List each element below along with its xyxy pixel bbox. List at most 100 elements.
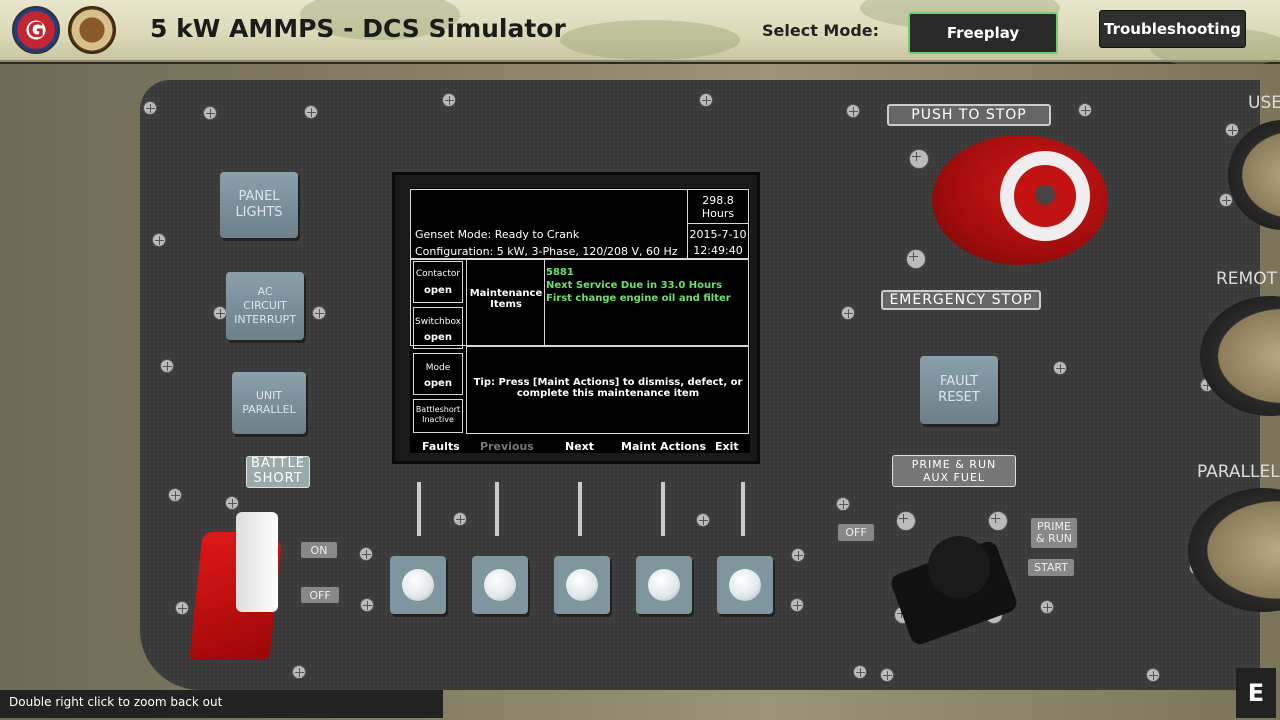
panel-lights-button[interactable]: PANEL LIGHTS [220, 172, 298, 238]
button-slot [578, 482, 582, 536]
display-softkey-button-3[interactable] [554, 556, 610, 614]
organization-logo: G [12, 6, 60, 54]
tip-text: Tip: Press [Maint Actions] to dismiss, d… [473, 377, 743, 399]
screw-icon [791, 548, 805, 562]
screw-icon [699, 93, 713, 107]
army-emblem-logo [68, 6, 116, 54]
engine-control-selector-knob[interactable] [888, 536, 1020, 647]
prime-run-aux-fuel-label: PRIME & RUN AUX FUEL [892, 455, 1016, 487]
screw-icon [304, 105, 318, 119]
right-parallel-label: PARALLEL [1197, 462, 1280, 482]
contactor-label: Contactor [415, 269, 461, 279]
battle-short-off-label: OFF [301, 587, 339, 603]
screw-icon [143, 101, 157, 115]
screw-icon [790, 598, 804, 612]
maint-line-1: Next Service Due in 33.0 Hours [546, 280, 723, 291]
button-cap [484, 569, 516, 601]
screw-icon [880, 668, 894, 682]
display-softkey-button-2[interactable] [472, 556, 528, 614]
softkey-next[interactable]: Next [565, 440, 594, 453]
ac-circuit-interrupt-button[interactable]: AC CIRCUIT INTERRUPT [226, 272, 304, 340]
emergency-stop-button[interactable] [932, 125, 1108, 269]
button-slot [417, 482, 421, 536]
logo-letter: G [27, 18, 45, 42]
display-softkey-button-1[interactable] [390, 556, 446, 614]
button-cap [566, 569, 598, 601]
screw-icon [696, 513, 710, 527]
display-screen: 298.8 Hours 2015-7-10 12:49:40 Genset Mo… [410, 188, 750, 453]
mode-value: open [424, 378, 452, 389]
display-softkey-button-4[interactable] [636, 556, 692, 614]
screw-icon [213, 306, 227, 320]
maintenance-items-label: Maintenance Items [469, 288, 543, 310]
engine-hours-unit: Hours [701, 207, 735, 220]
display-time: 12:49:40 [693, 244, 743, 257]
right-remote-label: REMOT [1216, 269, 1277, 289]
screw-icon [152, 233, 166, 247]
softkey-exit[interactable]: Exit [715, 440, 739, 453]
estop-center [1035, 185, 1055, 205]
header-bar: G 5 kW AMMPS - DCS Simulator Select Mode… [0, 0, 1280, 68]
toggle-lever [236, 512, 278, 612]
softkey-faults[interactable]: Faults [422, 440, 460, 453]
screw-icon [1225, 123, 1239, 137]
battle-short-label: BATTLE SHORT [246, 456, 310, 488]
screw-icon [225, 496, 239, 510]
screw-icon [203, 106, 217, 120]
troubleshooting-button[interactable]: Troubleshooting [1099, 10, 1246, 48]
configuration: Configuration: 5 kW, 3-Phase, 120/208 V,… [415, 245, 678, 258]
screw-icon [175, 601, 189, 615]
mode-label: Mode [425, 363, 451, 373]
screw-icon [1078, 103, 1092, 117]
button-slot [741, 482, 745, 536]
screw-icon [853, 665, 867, 679]
display-softkey-button-5[interactable] [717, 556, 773, 614]
fault-reset-button[interactable]: FAULT RESET [920, 356, 998, 424]
maint-code: 5881 [546, 267, 574, 278]
push-to-stop-label: PUSH TO STOP [887, 104, 1051, 126]
maint-line-2: First change engine oil and filter [546, 293, 731, 304]
emergency-stop-label: EMERGENCY STOP [881, 290, 1041, 310]
screw-icon [160, 359, 174, 373]
digital-control-display: 298.8 Hours 2015-7-10 12:49:40 Genset Mo… [392, 172, 760, 464]
switchbox-label: Switchbox [414, 317, 462, 327]
screw-icon [1053, 361, 1067, 375]
corner-badge[interactable]: E [1236, 668, 1276, 718]
engine-hours-value: 298.8 [702, 194, 734, 207]
contactor-value: open [424, 285, 452, 296]
button-cap [402, 569, 434, 601]
select-mode-label: Select Mode: [762, 21, 880, 40]
softkey-maint-actions[interactable]: Maint Actions [621, 440, 706, 453]
button-slot [495, 482, 499, 536]
screw-icon [168, 488, 182, 502]
selector-off-label: OFF [838, 524, 874, 541]
softkey-previous[interactable]: Previous [480, 440, 534, 453]
battle-short-toggle-switch[interactable] [189, 512, 288, 660]
app-title: 5 kW AMMPS - DCS Simulator [150, 14, 566, 43]
button-cap [648, 569, 680, 601]
screw-icon [846, 104, 860, 118]
genset-mode: Genset Mode: Ready to Crank [415, 228, 580, 241]
contactor-box [413, 261, 463, 303]
screw-icon [359, 547, 373, 561]
screw-icon [292, 665, 306, 679]
screw-icon [836, 497, 850, 511]
battle-short-on-label: ON [301, 542, 337, 558]
switchbox-value: open [424, 332, 452, 343]
screw-icon [841, 306, 855, 320]
status-message: Double right click to zoom back out [0, 690, 443, 718]
knob-head [928, 536, 990, 598]
simulator-root: G 5 kW AMMPS - DCS Simulator Select Mode… [0, 0, 1280, 720]
freeplay-button[interactable]: Freeplay [908, 12, 1058, 54]
screw-icon [906, 249, 926, 269]
screw-icon [988, 511, 1008, 531]
screw-icon [442, 93, 456, 107]
unit-parallel-button[interactable]: UNIT PARALLEL [232, 372, 306, 434]
screw-icon [1040, 600, 1054, 614]
screw-icon [909, 149, 929, 169]
battleshort-status: Battleshort Inactive [415, 405, 461, 425]
button-slot [661, 482, 665, 536]
screw-icon [1146, 668, 1160, 682]
screw-icon [312, 306, 326, 320]
right-use-label: USE [1248, 93, 1280, 113]
